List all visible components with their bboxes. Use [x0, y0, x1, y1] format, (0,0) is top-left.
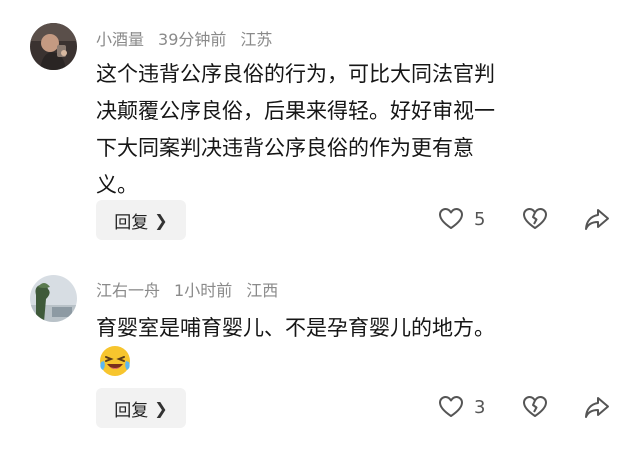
dislike-button[interactable] — [522, 207, 548, 231]
like-button[interactable]: 3 — [438, 395, 485, 419]
share-arrow-icon — [583, 394, 611, 420]
comment-line: 义。 — [96, 173, 138, 197]
like-count: 5 — [474, 208, 486, 230]
avatar[interactable] — [30, 275, 77, 322]
comment-text: 这个违背公序良俗的行为，可比大同法官判 决颠覆公序良俗，后果来得轻。好好审视一 … — [96, 56, 616, 204]
comment-text: 育婴室是哺育婴儿、不是孕育婴儿的地方。 — [96, 310, 616, 347]
like-count: 3 — [474, 396, 486, 418]
laughing-crying-emoji — [98, 344, 132, 378]
comment-item: 小酒量 39分钟前 江苏 这个违背公序良俗的行为，可比大同法官判 决颠覆公序良俗，后… — [0, 0, 640, 260]
comment-actions: 回复 ❯ 3 — [0, 388, 640, 428]
timestamp: 39分钟前 — [158, 30, 227, 49]
share-button[interactable] — [583, 394, 611, 420]
comment-line: 决颠覆公序良俗，后果来得轻。好好审视一 — [96, 99, 495, 123]
location: 江苏 — [240, 30, 273, 49]
reply-button[interactable]: 回复 ❯ — [96, 200, 186, 240]
heart-outline-icon — [438, 207, 464, 231]
location: 江西 — [246, 281, 279, 300]
like-button[interactable]: 5 — [438, 207, 485, 231]
dislike-button[interactable] — [522, 395, 548, 419]
comment-line: 育婴室是哺育婴儿、不是孕育婴儿的地方。 — [96, 316, 495, 340]
comment-line: 这个违背公序良俗的行为，可比大同法官判 — [96, 62, 495, 86]
comment-item: 江右一舟 1小时前 江西 育婴室是哺育婴儿、不是孕育婴儿的地方。 回复 ❯ 3 — [0, 260, 640, 459]
reply-button[interactable]: 回复 ❯ — [96, 388, 186, 428]
reply-label: 回复 — [114, 400, 149, 421]
chevron-right-icon: ❯ — [154, 210, 168, 230]
comment-actions: 回复 ❯ 5 — [0, 200, 640, 240]
username[interactable]: 江右一舟 — [96, 281, 160, 300]
avatar[interactable] — [30, 23, 77, 70]
heart-outline-icon — [438, 395, 464, 419]
comment-meta: 小酒量 39分钟前 江苏 — [96, 26, 286, 50]
username[interactable]: 小酒量 — [96, 30, 144, 49]
comment-line: 下大同案判决违背公序良俗的作为更有意 — [96, 136, 474, 160]
comment-meta: 江右一舟 1小时前 江西 — [96, 277, 292, 301]
share-arrow-icon — [583, 206, 611, 232]
share-button[interactable] — [583, 206, 611, 232]
broken-heart-outline-icon — [522, 395, 548, 419]
chevron-right-icon: ❯ — [154, 398, 168, 418]
timestamp: 1小时前 — [174, 281, 233, 300]
broken-heart-outline-icon — [522, 207, 548, 231]
reply-label: 回复 — [114, 212, 149, 233]
